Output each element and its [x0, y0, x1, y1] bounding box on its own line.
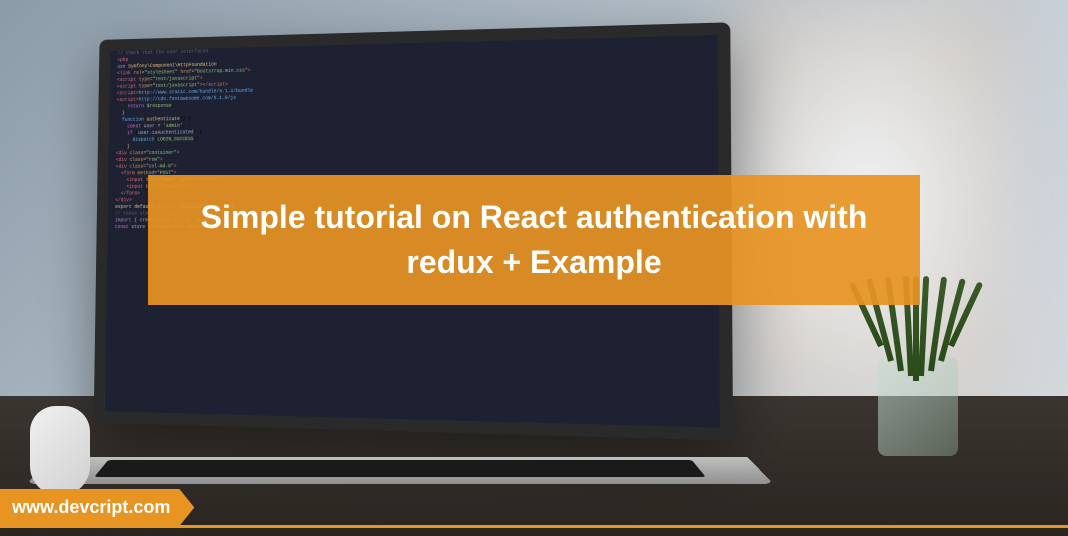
computer-mouse	[30, 406, 90, 496]
laptop-keyboard	[94, 460, 705, 477]
title-banner: Simple tutorial on React authentication …	[148, 175, 920, 305]
website-badge: www.devcript.com	[0, 489, 194, 526]
article-title: Simple tutorial on React authentication …	[188, 195, 880, 285]
laptop-keyboard-base	[26, 457, 774, 484]
hero-banner: // check that the user interfaces <php u…	[0, 0, 1068, 536]
website-url: www.devcript.com	[12, 497, 170, 517]
